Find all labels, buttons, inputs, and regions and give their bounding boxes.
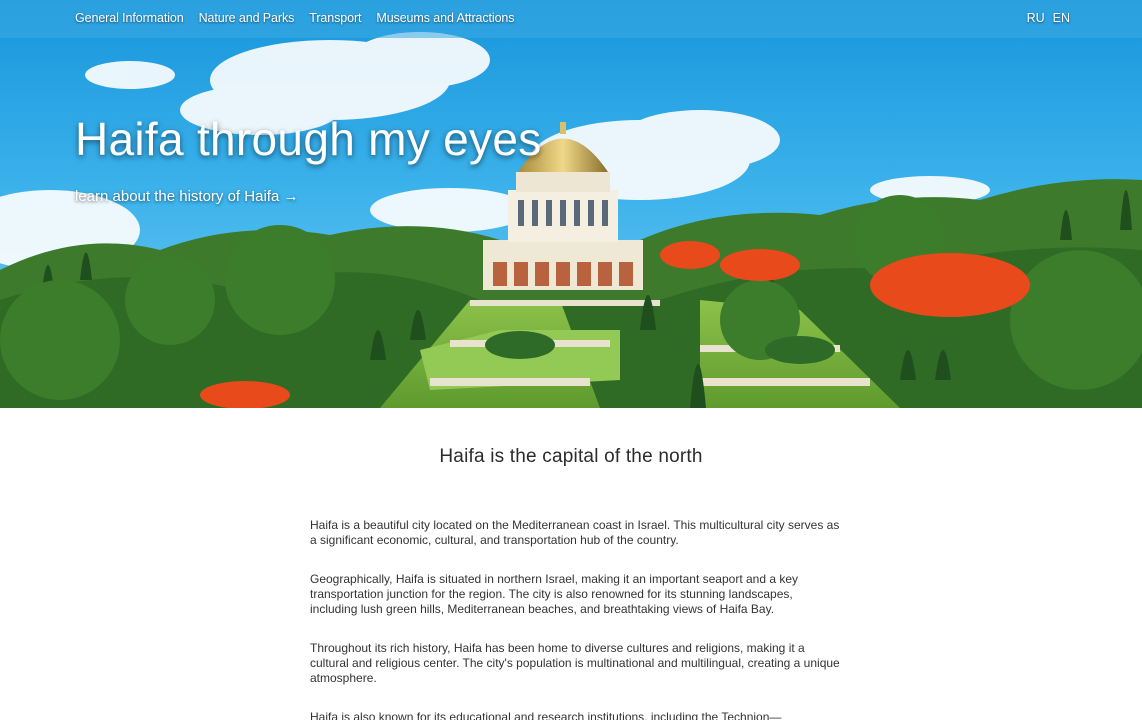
hero-banner: General Information Nature and Parks Tra… — [0, 0, 1142, 408]
language-en-link[interactable]: EN — [1053, 11, 1070, 25]
nav-item-transport[interactable]: Transport — [309, 11, 361, 25]
paragraph: Throughout its rich history, Haifa has b… — [310, 641, 840, 685]
article-body: Haifa is a beautiful city located on the… — [310, 518, 842, 720]
main-content: Haifa is the capital of the north Haifa … — [0, 408, 1142, 720]
nav-item-nature-and-parks[interactable]: Nature and Parks — [199, 11, 295, 25]
paragraph: Haifa is a beautiful city located on the… — [310, 518, 840, 547]
paragraph: Haifa is also known for its educational … — [310, 710, 782, 720]
nav-item-museums-and-attractions[interactable]: Museums and Attractions — [376, 11, 514, 25]
language-ru-link[interactable]: RU — [1027, 11, 1045, 25]
main-nav: General Information Nature and Parks Tra… — [75, 11, 515, 25]
language-switcher: RU EN — [1027, 11, 1070, 25]
section-heading: Haifa is the capital of the north — [439, 446, 703, 467]
nav-item-general-information[interactable]: General Information — [75, 11, 184, 25]
paragraph: Geographically, Haifa is situated in nor… — [310, 572, 799, 616]
history-link[interactable]: learn about the history of Haifa → — [75, 188, 298, 205]
hero-title: Haifa through my eyes — [75, 113, 542, 165]
top-navigation-bar: General Information Nature and Parks Tra… — [0, 0, 1142, 38]
